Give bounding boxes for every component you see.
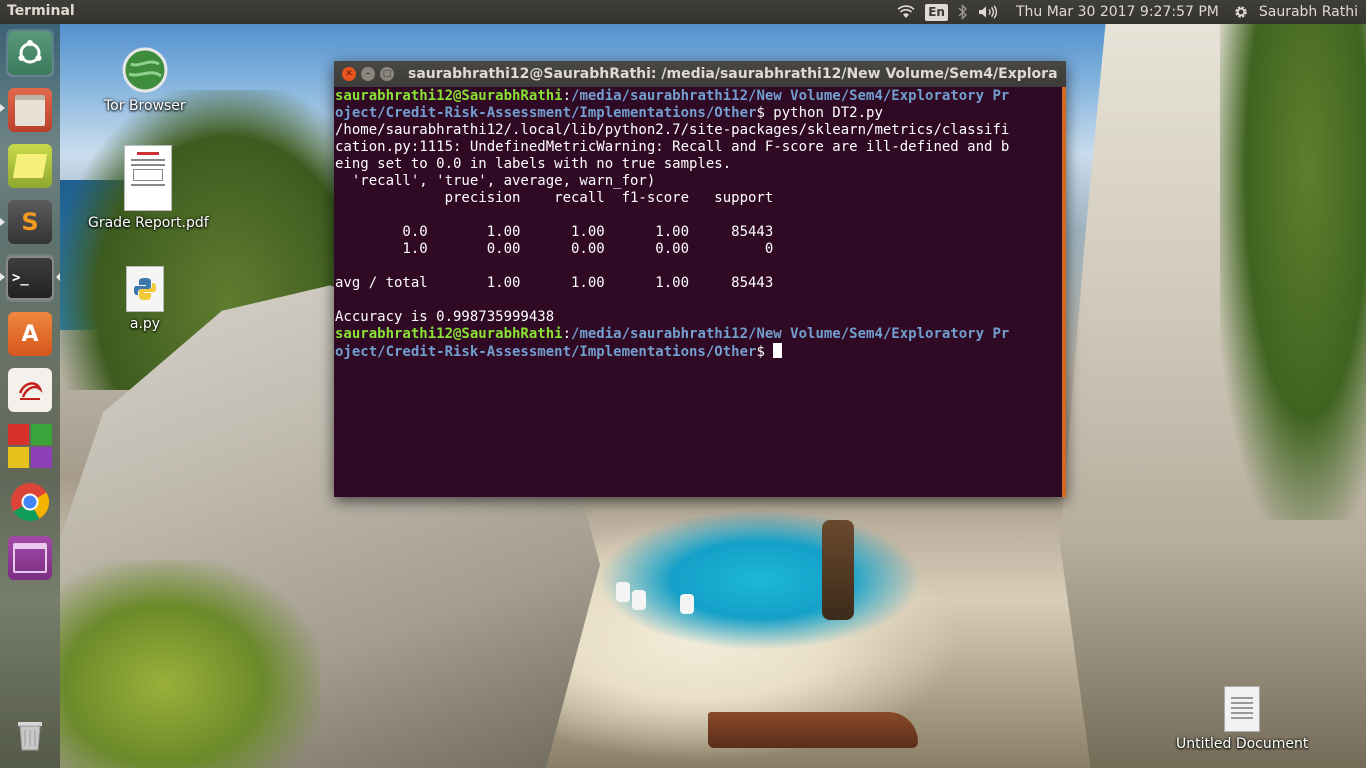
- desktop-icon-label: Grade Report.pdf: [88, 215, 209, 231]
- wallpaper-boat: [680, 594, 694, 614]
- wallpaper-boat: [616, 582, 630, 602]
- terminal-output[interactable]: saurabhrathi12@SaurabhRathi:/media/saura…: [335, 88, 1059, 493]
- user-name[interactable]: Saurabh Rathi: [1259, 2, 1358, 22]
- wallpaper-shipwreck: [708, 712, 918, 748]
- tor-browser-icon: [122, 47, 168, 93]
- wallpaper-bushes: [60, 560, 320, 768]
- scrollbar[interactable]: [1062, 87, 1066, 497]
- active-app-title: Terminal: [7, 3, 75, 19]
- prompt-path: /media/saurabhrathi12/New Volume/Sem4/Ex…: [571, 326, 1010, 342]
- report-row: 0.0 1.00 1.00 1.00 85443: [335, 224, 774, 240]
- desktop-icon-label: Tor Browser: [104, 98, 186, 114]
- document-viewer-icon: [8, 368, 52, 412]
- launcher-item-chrome[interactable]: [6, 478, 54, 526]
- launcher-item-app-grid[interactable]: [6, 422, 54, 470]
- launcher-item-workspace[interactable]: [6, 534, 54, 582]
- desktop-icon-tor-browser[interactable]: Tor Browser: [104, 46, 186, 114]
- minimize-icon[interactable]: –: [361, 67, 375, 81]
- launcher-item-sublime-text[interactable]: S: [6, 198, 54, 246]
- wallpaper-boat: [632, 590, 646, 610]
- sublime-icon: S: [8, 200, 52, 244]
- text-cursor: [773, 343, 783, 358]
- pdf-document-icon: [124, 145, 173, 211]
- wallpaper-ship: [822, 520, 854, 620]
- prompt-path: /media/saurabhrathi12/New Volume/Sem4/Ex…: [571, 88, 1010, 104]
- software-center-icon: A: [8, 312, 52, 356]
- prompt-user: saurabhrathi12@SaurabhRathi: [335, 326, 563, 342]
- keyboard-layout-indicator[interactable]: En: [925, 3, 948, 21]
- accuracy-line: Accuracy is 0.998735999438: [335, 309, 555, 325]
- bluetooth-icon[interactable]: [958, 2, 968, 22]
- gear-icon[interactable]: [1233, 2, 1249, 22]
- launcher-item-document-viewer[interactable]: [6, 366, 54, 414]
- report-row: 1.0 0.00 0.00 0.00 0: [335, 241, 774, 257]
- desktop-icon-label: Untitled Document: [1176, 736, 1309, 752]
- wifi-icon[interactable]: [897, 2, 915, 22]
- app-grid-icon: [8, 424, 52, 468]
- launcher-running-indicator: [0, 218, 5, 226]
- report-header: precision recall f1-score support: [335, 190, 774, 206]
- terminal-window[interactable]: ✕ – □ saurabhrathi12@SaurabhRathi: /medi…: [334, 61, 1066, 497]
- ubuntu-logo-icon: [8, 31, 52, 75]
- maximize-icon[interactable]: □: [380, 67, 394, 81]
- launcher-running-indicator: [0, 273, 5, 281]
- terminal-icon: >_: [6, 256, 54, 300]
- launcher: S >_ A: [0, 24, 60, 768]
- launcher-item-files[interactable]: [6, 86, 54, 134]
- volume-icon[interactable]: [978, 2, 998, 22]
- launcher-item-ubuntu-dash[interactable]: [6, 29, 54, 77]
- report-row: avg / total 1.00 1.00 1.00 85443: [335, 275, 774, 291]
- workspace-icon: [8, 536, 52, 580]
- python-file-icon: [126, 266, 164, 312]
- close-icon[interactable]: ✕: [342, 67, 356, 81]
- desktop-icon-a-py[interactable]: a.py: [126, 266, 164, 332]
- command-line: $ python DT2.py: [756, 105, 883, 121]
- desktop-icon-grade-report[interactable]: Grade Report.pdf: [88, 145, 209, 231]
- prompt-path: oject/Credit-Risk-Assessment/Implementat…: [335, 344, 757, 360]
- trash-icon: [8, 712, 52, 756]
- system-tray: En Thu Mar 30 2017 9:27:57 PM Saurabh Ra…: [897, 0, 1358, 24]
- launcher-item-notes[interactable]: [6, 142, 54, 190]
- output-line: /home/saurabhrathi12/.local/lib/python2.…: [335, 122, 1010, 138]
- launcher-item-terminal[interactable]: >_: [6, 254, 54, 302]
- launcher-focused-indicator: [56, 273, 60, 281]
- desktop-icon-label: a.py: [129, 316, 161, 332]
- launcher-item-trash[interactable]: [6, 710, 54, 758]
- prompt-path: oject/Credit-Risk-Assessment/Implementat…: [335, 105, 757, 121]
- launcher-running-indicator: [0, 104, 5, 112]
- output-line: eing set to 0.0 in labels with no true s…: [335, 156, 732, 172]
- window-titlebar[interactable]: ✕ – □ saurabhrathi12@SaurabhRathi: /medi…: [334, 61, 1066, 87]
- prompt-user: saurabhrathi12@SaurabhRathi: [335, 88, 563, 104]
- text-document-icon: [1224, 686, 1261, 732]
- output-line: 'recall', 'true', average, warn_for): [335, 173, 656, 189]
- chrome-icon: [8, 480, 52, 524]
- output-line: cation.py:1115: UndefinedMetricWarning: …: [335, 139, 1010, 155]
- files-icon: [8, 88, 52, 132]
- wallpaper-vegetation-right: [1220, 20, 1366, 520]
- desktop-icon-untitled-document[interactable]: Untitled Document: [1176, 686, 1308, 752]
- top-panel: Terminal En Thu Mar 30 2017 9:27:57 PM S…: [0, 0, 1366, 24]
- notes-icon: [8, 144, 52, 188]
- clock[interactable]: Thu Mar 30 2017 9:27:57 PM: [1016, 2, 1219, 22]
- window-title: saurabhrathi12@SaurabhRathi: /media/saur…: [408, 66, 1058, 82]
- launcher-item-software-center[interactable]: A: [6, 310, 54, 358]
- prompt-end: $: [756, 344, 774, 360]
